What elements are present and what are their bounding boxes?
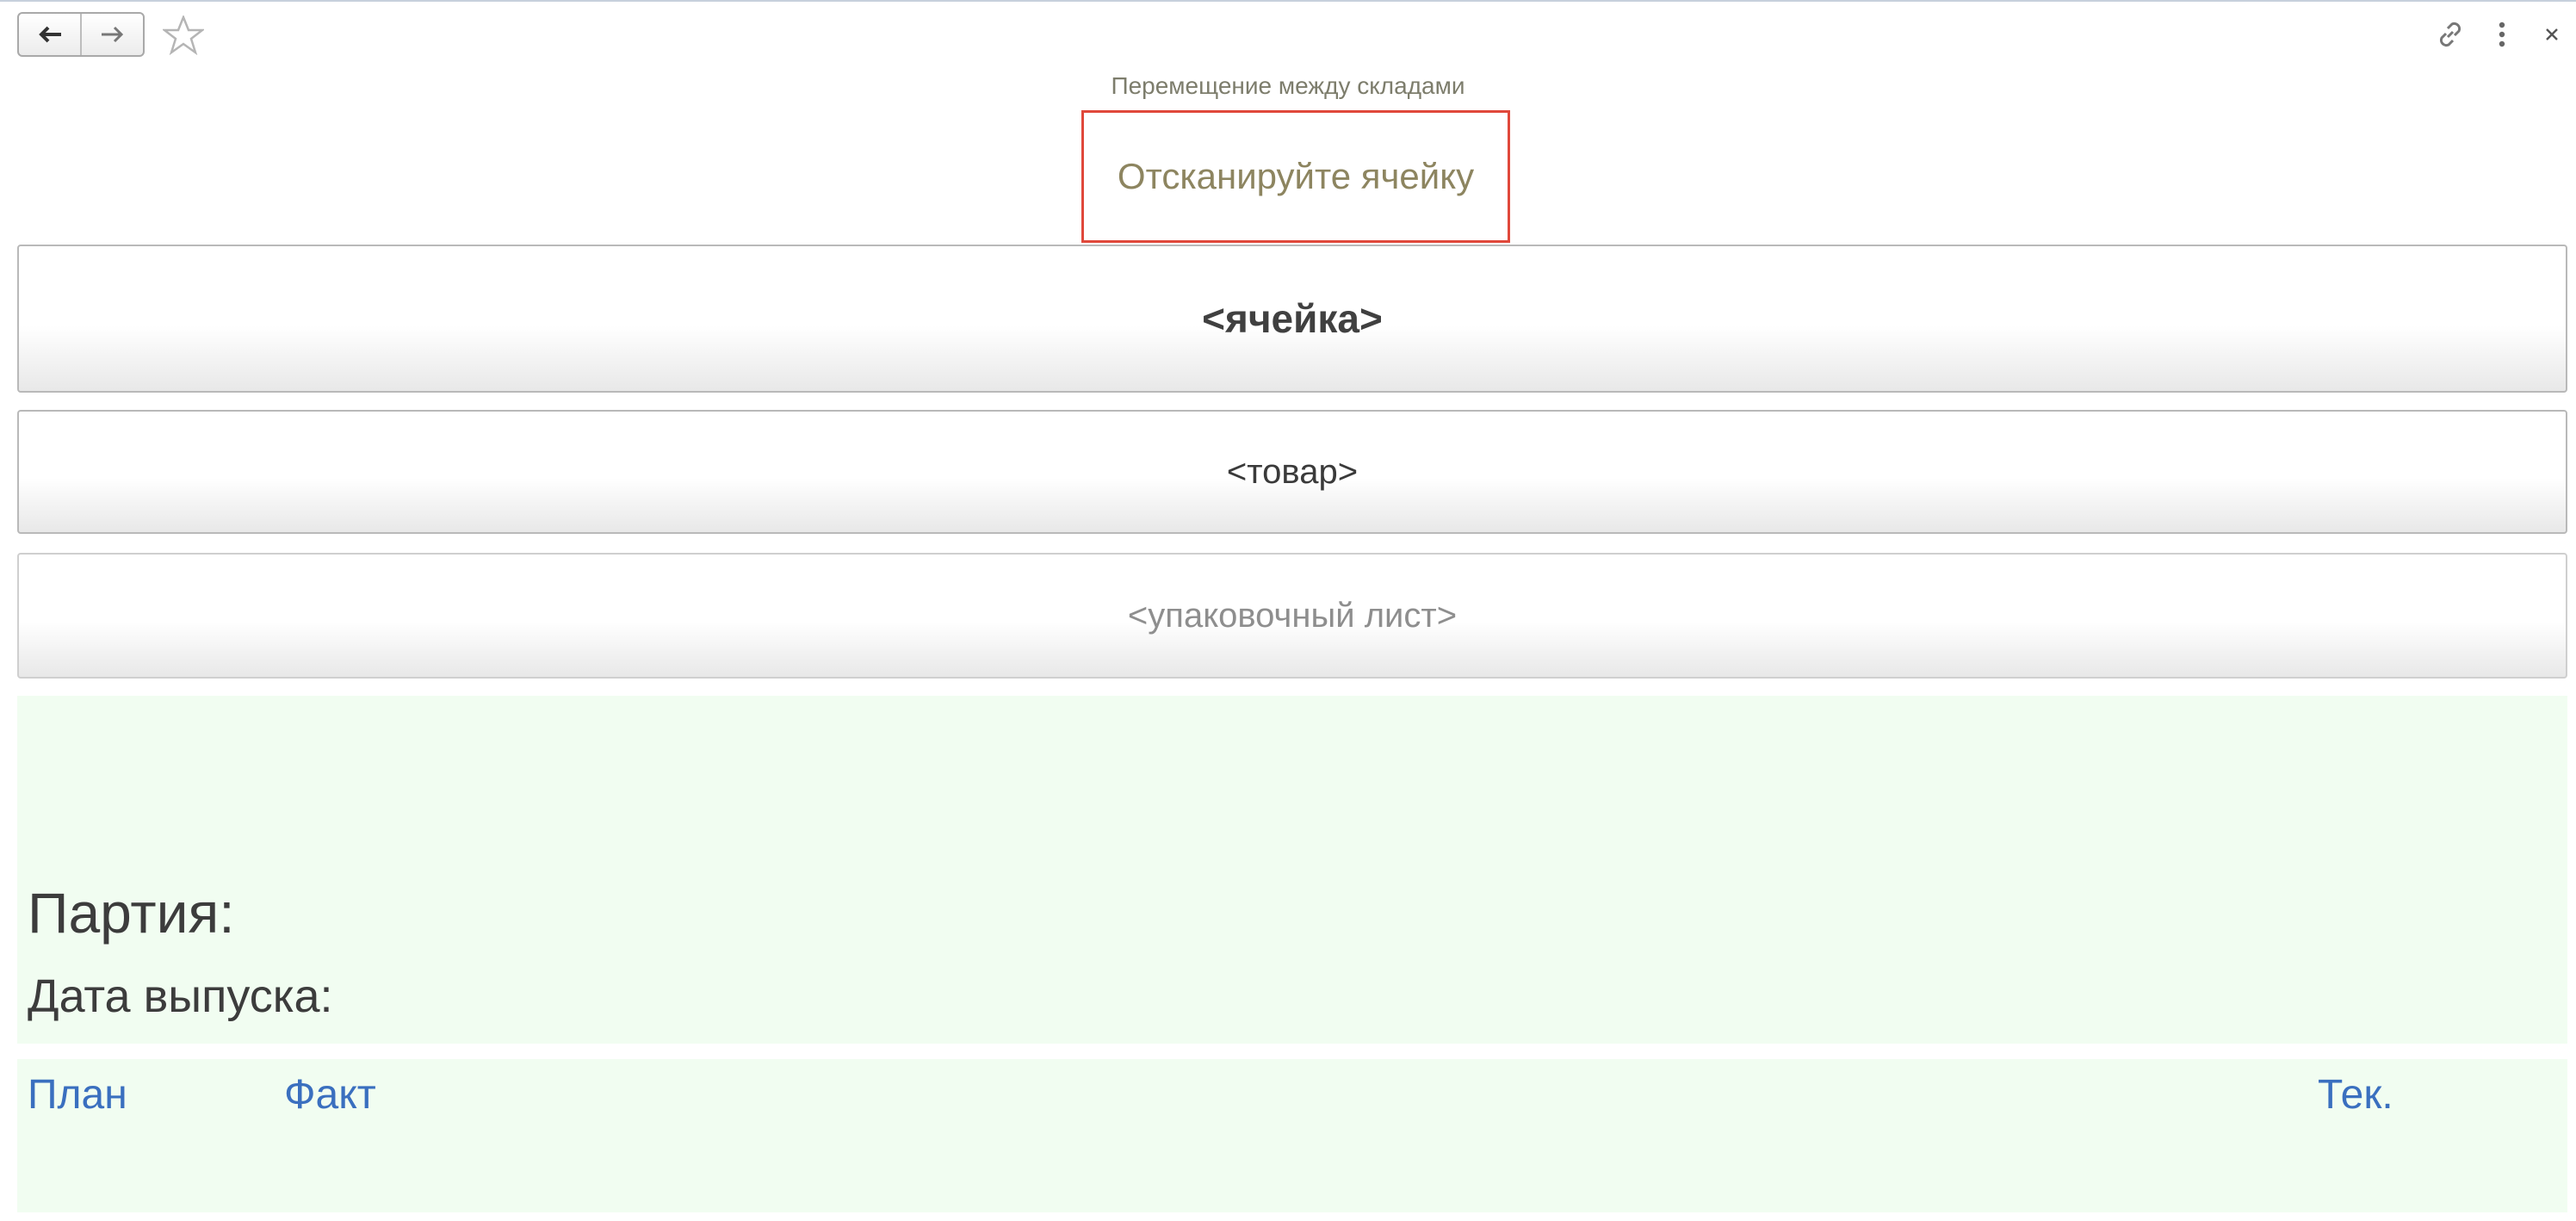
current-link[interactable]: Тек. (2318, 1071, 2393, 1119)
packing-list-button[interactable]: <упаковочный лист> (17, 553, 2567, 679)
more-vertical-icon (2499, 22, 2505, 47)
plan-link[interactable]: План (28, 1071, 127, 1119)
goods-button[interactable]: <товар> (17, 410, 2567, 534)
arrow-right-icon (101, 26, 123, 43)
fact-link[interactable]: Факт (284, 1071, 376, 1119)
cell-button[interactable]: <ячейка> (17, 245, 2567, 393)
navigation-buttons (17, 12, 145, 57)
forward-button[interactable] (80, 14, 143, 55)
form-subtitle: Перемещение между складами (1111, 72, 1465, 99)
link-icon (2439, 22, 2461, 47)
arrow-left-icon (38, 26, 61, 43)
favorite-button[interactable] (160, 14, 207, 57)
star-icon (163, 15, 204, 55)
release-date-label: Дата выпуска: (28, 970, 333, 1022)
close-button[interactable] (2536, 12, 2567, 57)
party-label: Партия: (28, 881, 235, 945)
back-button[interactable] (19, 14, 80, 55)
batch-info-panel: Партия: Дата выпуска: (17, 696, 2567, 1044)
close-icon (2546, 28, 2558, 40)
window-top-border (0, 0, 2576, 2)
quantity-panel: План Факт Тек. (17, 1059, 2567, 1212)
more-button[interactable] (2486, 12, 2517, 57)
link-button[interactable] (2430, 12, 2471, 57)
scan-prompt: Отсканируйте ячейку (1081, 110, 1510, 243)
